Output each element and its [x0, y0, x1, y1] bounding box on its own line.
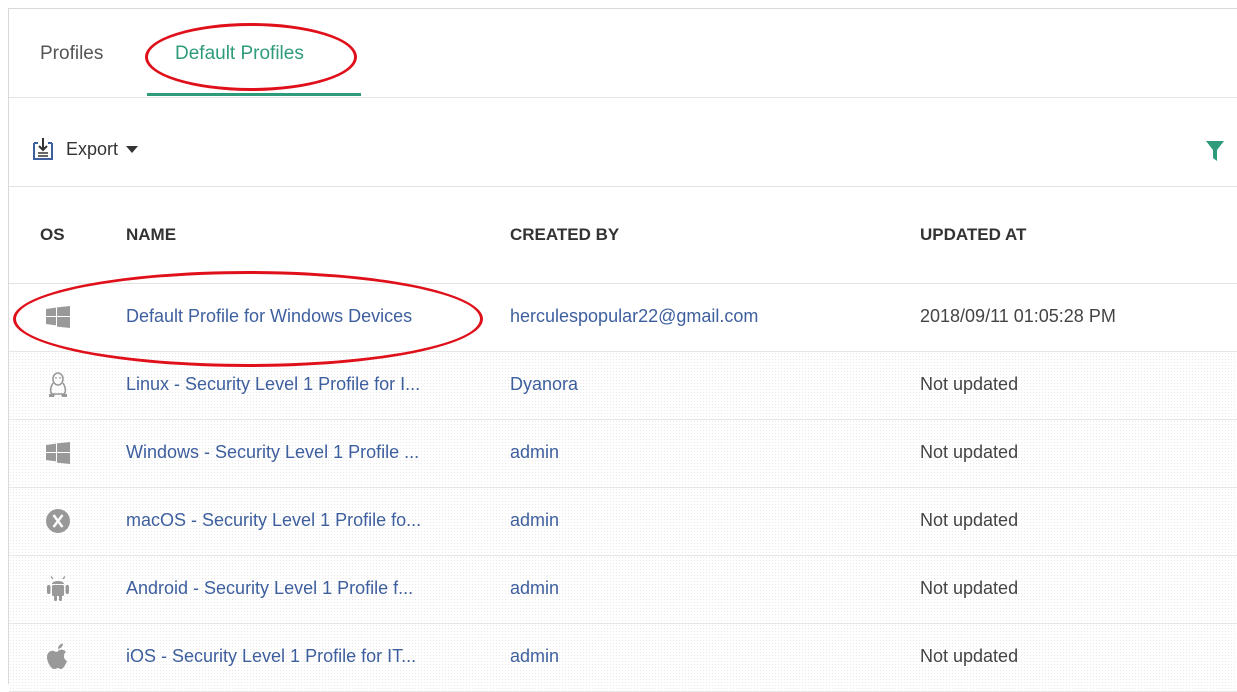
table-row[interactable]: Windows - Security Level 1 Profile ... a…: [9, 420, 1237, 488]
updated-at: 2018/09/11 01:05:28 PM: [920, 306, 1116, 326]
table-row[interactable]: macOS - Security Level 1 Profile fo... a…: [9, 488, 1237, 556]
filter-icon[interactable]: [1205, 140, 1225, 167]
profile-name-link[interactable]: Linux - Security Level 1 Profile for I..…: [126, 374, 420, 395]
linux-icon: [43, 368, 73, 402]
updated-at: Not updated: [920, 510, 1019, 530]
active-tab-indicator: [147, 93, 361, 96]
created-by: herculespopular22@gmail.com: [510, 306, 759, 326]
updated-at: Not updated: [920, 578, 1019, 598]
tab-profiles[interactable]: Profiles: [40, 43, 103, 65]
tab-bar: Profiles Default Profiles: [9, 9, 1237, 98]
profile-name-link[interactable]: Windows - Security Level 1 Profile ...: [126, 442, 419, 463]
updated-at: Not updated: [920, 442, 1019, 462]
export-button[interactable]: Export: [32, 136, 139, 162]
windows-icon: [43, 300, 73, 334]
header-name[interactable]: NAME: [126, 225, 176, 245]
table-row[interactable]: Linux - Security Level 1 Profile for I..…: [9, 352, 1237, 420]
profile-name-link[interactable]: iOS - Security Level 1 Profile for IT...: [126, 646, 416, 667]
header-os[interactable]: OS: [40, 225, 65, 245]
created-by: admin: [510, 646, 560, 666]
profile-name-link[interactable]: Android - Security Level 1 Profile f...: [126, 578, 413, 599]
updated-at: Not updated: [920, 374, 1019, 394]
chevron-down-icon: [126, 145, 139, 153]
created-by: admin: [510, 578, 560, 598]
apple-icon: [43, 640, 73, 674]
profile-name-link[interactable]: macOS - Security Level 1 Profile fo...: [126, 510, 421, 531]
android-icon: [43, 572, 73, 606]
created-by: admin: [510, 442, 560, 462]
export-label: Export: [66, 138, 119, 159]
created-by: Dyanora: [510, 374, 579, 394]
header-updated-at[interactable]: UPDATED AT: [920, 225, 1026, 245]
macos-icon: [43, 504, 73, 538]
windows-icon: [43, 436, 73, 470]
default-profiles-panel: Profiles Default Profiles Export OS NAME…: [8, 8, 1237, 692]
tab-default-profiles[interactable]: Default Profiles: [175, 43, 304, 65]
toolbar: Export: [9, 98, 1237, 187]
profile-name-link[interactable]: Default Profile for Windows Devices: [126, 306, 412, 327]
table-row[interactable]: Default Profile for Windows Devices herc…: [9, 284, 1237, 352]
header-created-by[interactable]: CREATED BY: [510, 225, 619, 245]
table-row[interactable]: iOS - Security Level 1 Profile for IT...…: [9, 624, 1237, 692]
table-row[interactable]: Android - Security Level 1 Profile f... …: [9, 556, 1237, 624]
created-by: admin: [510, 510, 560, 530]
updated-at: Not updated: [920, 646, 1019, 666]
table-header: OS NAME CREATED BY UPDATED AT: [9, 187, 1237, 284]
export-icon: [32, 137, 54, 161]
